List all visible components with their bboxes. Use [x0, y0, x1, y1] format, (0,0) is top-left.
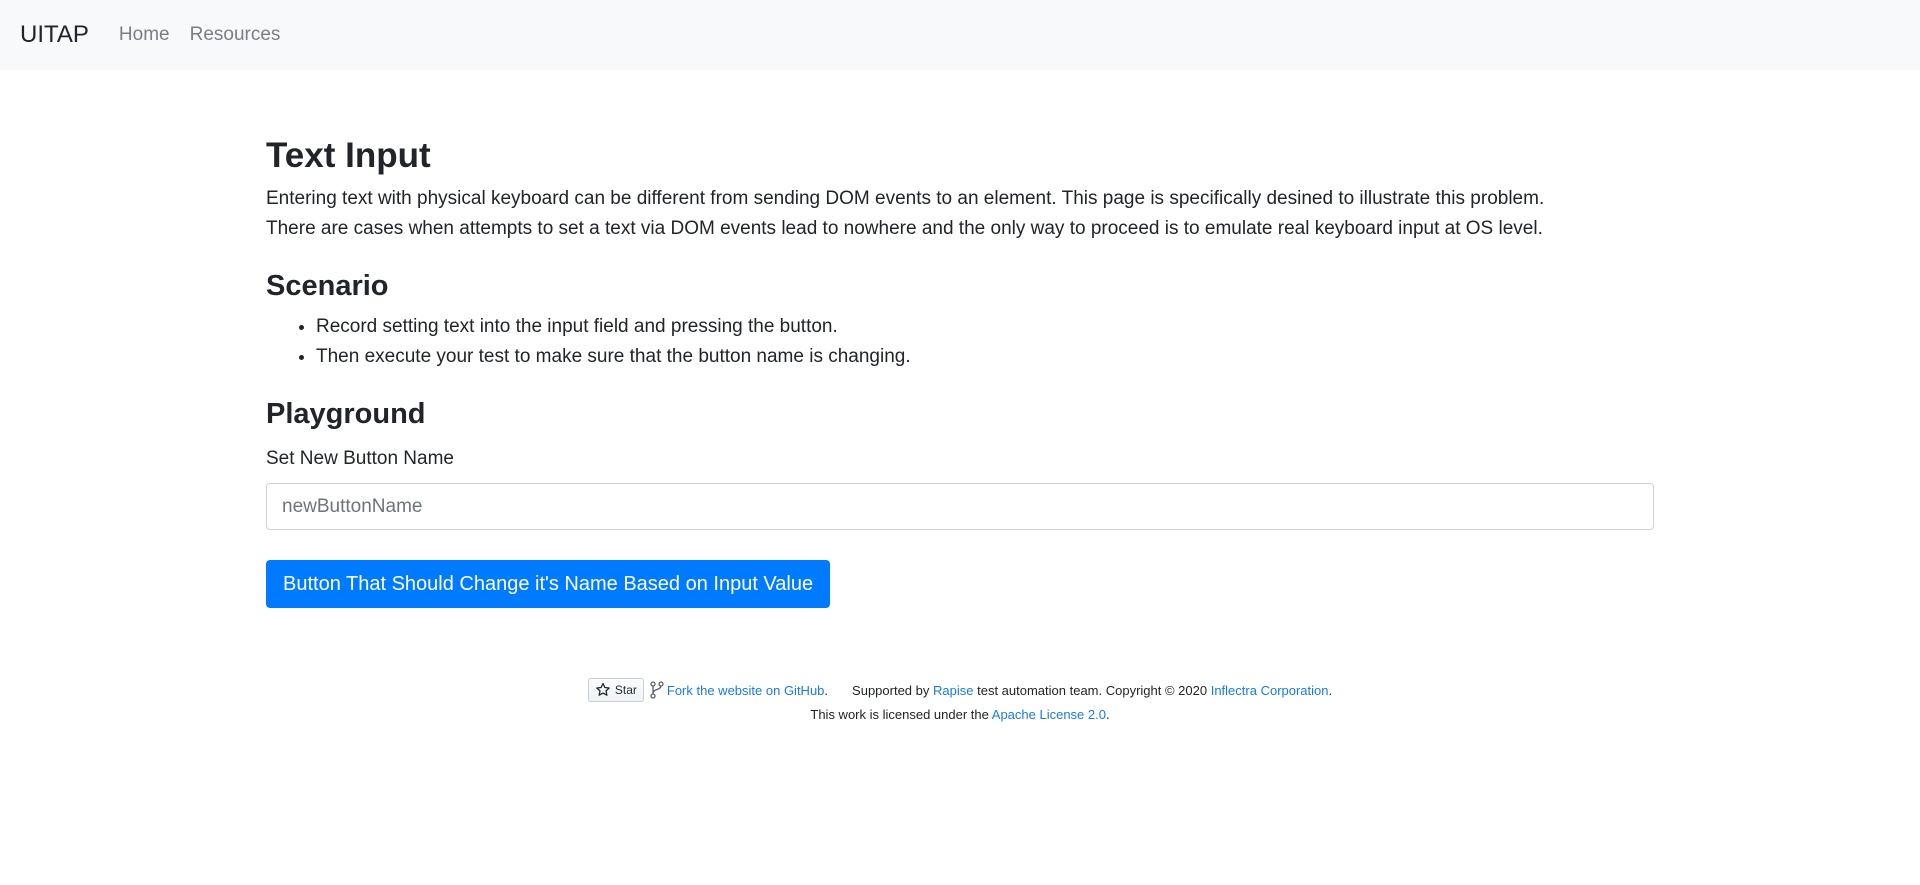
main-content: Text Input Entering text with physical k… [266, 132, 1654, 608]
page-footer: Star Fork the website on GitHub. Support… [0, 677, 1920, 722]
license-text: This work is licensed under the [810, 707, 989, 722]
fork-icon [650, 681, 664, 699]
description-line-1: Entering text with physical keyboard can… [266, 188, 1545, 209]
page-title: Text Input [266, 136, 431, 175]
star-label: Star [614, 683, 637, 697]
new-button-name-input[interactable] [266, 483, 1654, 530]
brand-logo[interactable]: UITAP [20, 21, 89, 49]
list-item: Record setting text into the input field… [316, 312, 1654, 342]
supported-by-text: Supported by [852, 682, 930, 698]
nav-link-resources[interactable]: Resources [190, 24, 281, 46]
scenario-heading: Scenario [266, 270, 389, 302]
page-description: Entering text with physical keyboard can… [266, 184, 1654, 244]
rapise-link[interactable]: Rapise [933, 683, 973, 698]
footer-row-2: This work is licensed under the Apache L… [810, 707, 1110, 722]
github-star-button[interactable]: Star [587, 678, 644, 702]
list-item: Then execute your test to make sure that… [316, 342, 1654, 372]
description-line-2: There are cases when attempts to set a t… [266, 218, 1543, 239]
footer-row-1: Star Fork the website on GitHub. Support… [0, 677, 1920, 703]
apache-license-link[interactable]: Apache License 2.0 [992, 707, 1106, 722]
copyright-text: test automation team. Copyright © 2020 [977, 682, 1208, 698]
playground-heading: Playground [266, 398, 426, 430]
updating-button[interactable]: Button That Should Change it's Name Base… [266, 560, 831, 608]
fork-github-link[interactable]: Fork the website on GitHub [667, 683, 825, 698]
top-navbar: UITAP Home Resources [0, 0, 1920, 70]
star-icon [596, 682, 610, 696]
nav-link-home[interactable]: Home [119, 24, 170, 46]
scenario-list: Record setting text into the input field… [266, 312, 1654, 372]
new-button-name-label: Set New Button Name [266, 448, 454, 469]
inflectra-link[interactable]: Inflectra Corporation [1211, 683, 1329, 698]
